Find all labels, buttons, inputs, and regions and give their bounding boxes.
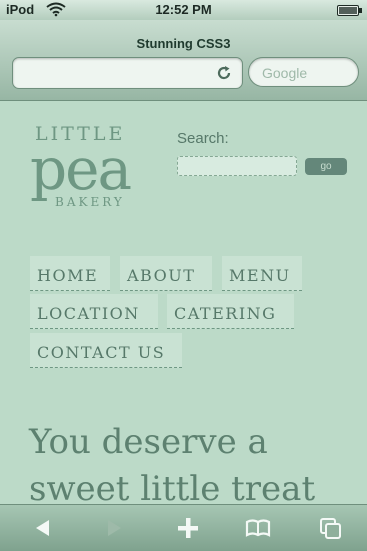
headline: You deserve a sweet little treat [29, 422, 316, 504]
back-arrow-icon[interactable] [30, 515, 56, 541]
logo-line-pea: pea [30, 135, 132, 203]
web-page: LITTLE pea BAKERY Search: go HOME ABOUT … [0, 101, 367, 504]
nav-item-catering[interactable]: CATERING [167, 294, 294, 329]
browser-toolbar [0, 504, 367, 551]
browser-bar: Stunning CSS3 Google [0, 20, 367, 101]
nav-item-location[interactable]: LOCATION [30, 294, 158, 329]
add-icon[interactable] [175, 515, 201, 541]
logo-line-bakery: BAKERY [55, 195, 125, 209]
search-label: Search: [177, 130, 229, 147]
go-button[interactable]: go [305, 158, 347, 175]
nav-item-about[interactable]: ABOUT [120, 256, 212, 291]
clock: 12:52 PM [155, 2, 212, 17]
page-title: Stunning CSS3 [136, 36, 231, 51]
pages-icon[interactable] [318, 515, 344, 541]
nav-item-contact-us[interactable]: CONTACT US [30, 333, 182, 368]
url-field[interactable] [12, 57, 243, 89]
forward-arrow-icon[interactable] [101, 515, 127, 541]
battery-icon [337, 5, 362, 16]
status-bar: iPod 12:52 PM [0, 0, 367, 20]
google-search-field[interactable]: Google [248, 57, 359, 87]
bookmarks-icon[interactable] [245, 515, 271, 541]
reload-icon[interactable] [216, 65, 232, 81]
nav-item-home[interactable]: HOME [30, 256, 110, 291]
site-search-input[interactable] [177, 156, 297, 176]
nav-item-menu[interactable]: MENU [222, 256, 302, 291]
